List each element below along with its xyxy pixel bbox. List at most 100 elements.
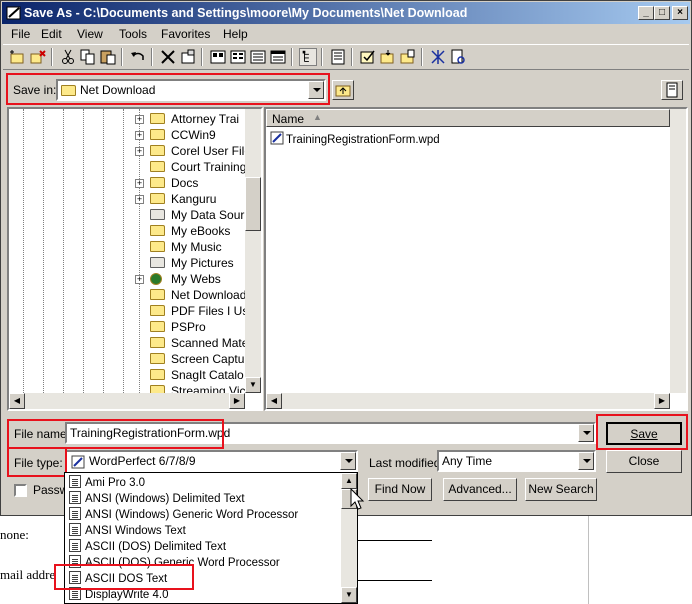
file-type-option-label: ANSI Windows Text [85,525,186,537]
expand-plus-icon[interactable]: + [135,131,144,140]
maximize-button[interactable]: □ [654,6,670,20]
file-type-option[interactable]: Ami Pro 3.0 [69,473,145,489]
tree-scroll-right-button[interactable]: ▶ [229,393,245,409]
folder-tree-pane[interactable]: + Attorney Trai + CCWin9 + Corel User File Cou… [7,107,263,411]
file-type-option[interactable]: ANSI Windows Text [69,521,186,537]
tree-item-label: Attorney Trai [171,112,240,126]
expand-plus-icon[interactable]: + [135,179,144,188]
expand-plus-icon[interactable]: + [135,275,144,284]
file-type-dropdown-arrow[interactable] [340,452,356,470]
list-scroll-left-button[interactable]: ◀ [266,393,282,409]
document-icon [69,539,81,552]
web-folder-icon [150,273,162,285]
details-view-icon[interactable] [269,48,287,66]
list-view-icon[interactable] [249,48,267,66]
preview-pane-icon [666,82,678,98]
toolbar [3,44,689,70]
tree-vertical-scrollbar[interactable]: ▼ [245,109,261,393]
paste-icon[interactable] [99,48,117,66]
folder-icon [150,241,165,252]
cut-icon[interactable] [59,48,77,66]
list-horizontal-scrollbar[interactable]: ◀ ▶ [266,393,670,409]
small-icons-view-icon[interactable] [229,48,247,66]
tree-scroll-down-button[interactable]: ▼ [245,377,261,393]
file-type-option-label: ANSI (Windows) Delimited Text [85,493,245,505]
options-scroll-up-button[interactable]: ▲ [341,473,357,489]
quickfinder-icon[interactable] [449,48,467,66]
preview-toggle-button[interactable] [661,80,683,100]
tree-horizontal-scrollbar[interactable]: ◀ ▶ [9,393,245,409]
name-column-header[interactable]: Name ▲ [266,109,670,127]
title-bar[interactable]: Save As - C:\Documents and Settings\moor… [2,2,690,24]
properties-icon[interactable] [179,48,197,66]
file-type-option[interactable]: ANSI (Windows) Generic Word Processor [69,505,298,521]
file-type-option[interactable]: ASCII (DOS) Delimited Text [69,537,226,553]
document-icon [69,491,81,504]
toolbar-separator [121,48,123,66]
map-drive-icon[interactable] [429,48,447,66]
mouse-cursor-icon [350,488,365,510]
toolbar-separator [151,48,153,66]
highlight-save-in [6,73,330,105]
list-scroll-right-button[interactable]: ▶ [654,393,670,409]
menu-view[interactable]: View [77,27,103,41]
highlight-ascii-dos-text [54,564,194,590]
file-type-option[interactable]: ANSI (Windows) Delimited Text [69,489,245,505]
preview-icon[interactable] [329,48,347,66]
document-icon [69,523,81,536]
tree-view-icon[interactable] [299,48,317,66]
open-folder-icon[interactable] [379,48,397,66]
menu-tools[interactable]: Tools [119,27,147,41]
delete-x-icon[interactable] [159,48,177,66]
tree-item-label: Screen Captu [171,352,245,366]
toolbar-separator [291,48,293,66]
tree-item-label: Streaming Vic [171,384,245,393]
minimize-button[interactable]: _ [638,6,654,20]
expand-plus-icon[interactable]: + [135,115,144,124]
file-type-option-label: ANSI (Windows) Generic Word Processor [85,509,299,521]
list-item[interactable]: TrainingRegistrationForm.wpd [270,129,440,146]
delete-icon[interactable] [29,48,47,66]
expand-plus-icon[interactable]: + [135,195,144,204]
menu-help[interactable]: Help [223,27,248,41]
tree-scroll-thumb[interactable] [245,177,261,231]
tree-item-label: Net Download [171,288,245,302]
tree-item-label: PDF Files I Us [171,304,245,318]
select-all-icon[interactable] [359,48,377,66]
close-window-button[interactable]: × [672,6,688,20]
tree-item-label: PSPro [171,320,206,334]
copy-icon[interactable] [79,48,97,66]
last-modified-dropdown[interactable]: Any Time [437,450,596,472]
menu-favorites[interactable]: Favorites [161,27,210,41]
advanced-button[interactable]: Advanced... [443,478,517,501]
new-folder-icon[interactable] [9,48,27,66]
close-button[interactable]: Close [606,450,682,473]
menu-edit[interactable]: Edit [41,27,62,41]
large-icons-view-icon[interactable] [209,48,227,66]
tree-item-label: Corel User File [171,144,245,158]
options-scroll-down-button[interactable]: ▼ [341,587,357,603]
tree-scroll-left-button[interactable]: ◀ [9,393,25,409]
file-name-dropdown-arrow[interactable] [578,424,594,442]
file-type-value: WordPerfect 6/7/8/9 [89,454,196,468]
menu-file[interactable]: File [11,27,30,41]
folder-icon [150,385,165,393]
new-search-button[interactable]: New Search [525,478,597,501]
file-type-dropdown[interactable]: WordPerfect 6/7/8/9 [65,450,358,472]
name-column-label: Name [272,112,305,126]
data-folder-icon [150,209,165,220]
undo-icon[interactable] [129,48,147,66]
save-as-dialog: Save As - C:\Documents and Settings\moor… [0,0,692,516]
send-to-icon[interactable] [399,48,417,66]
last-modified-dropdown-arrow[interactable] [578,452,594,470]
find-now-button[interactable]: Find Now [368,478,432,501]
toolbar-separator [421,48,423,66]
highlight-save-button [596,414,688,450]
file-list-pane[interactable]: Name ▲ TrainingRegistrationForm.wpd ◀ ▶ [264,107,688,411]
password-checkbox[interactable] [14,484,27,497]
up-one-level-button[interactable] [332,80,354,100]
expand-plus-icon[interactable]: + [135,147,144,156]
folder-tree: + Attorney Trai + CCWin9 + Corel User File Cou… [9,109,245,393]
tree-item-label: My Data Sour [171,208,245,222]
list-vertical-scrollbar[interactable] [670,109,686,393]
